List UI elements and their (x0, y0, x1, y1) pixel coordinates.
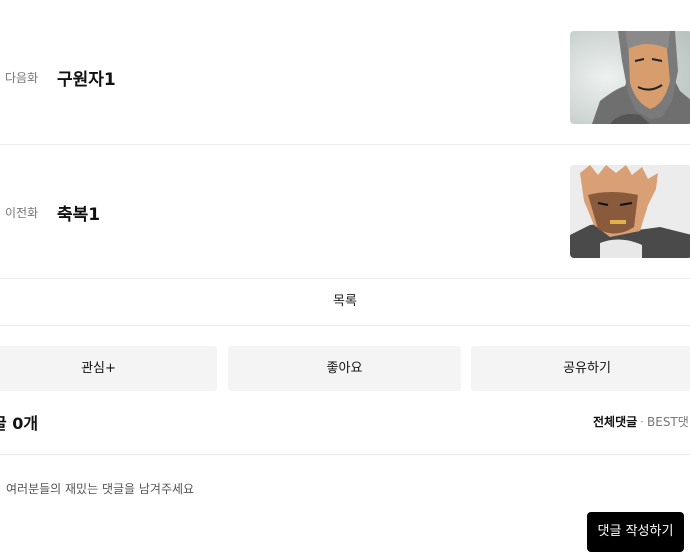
comment-sort-tabs: 전체댓글 · BEST댓 (593, 413, 689, 430)
next-episode-tag: 다음화 (5, 71, 39, 85)
previous-episode-title: 축복1 (57, 205, 101, 225)
share-button[interactable]: 공유하기 (471, 346, 690, 391)
submit-comment-button[interactable]: 댓글 작성하기 (587, 512, 684, 552)
sort-all-comments-tab[interactable]: 전체댓글 (593, 415, 637, 429)
comment-count: 글 0개 (0, 414, 39, 433)
previous-episode-thumbnail[interactable] (570, 165, 690, 258)
next-episode-thumbnail[interactable] (570, 31, 690, 124)
comment-divider (0, 454, 690, 455)
sort-best-comments-tab[interactable]: BEST댓 (647, 415, 689, 429)
episode-list-button[interactable]: 목록 (0, 279, 690, 326)
comment-input[interactable] (0, 477, 566, 501)
interest-button[interactable]: 관심+ (0, 346, 217, 391)
like-button[interactable]: 좋아요 (228, 346, 461, 391)
next-episode-row[interactable]: 다음화 구원자1 (0, 10, 690, 145)
next-episode-title: 구원자1 (57, 70, 116, 90)
sort-separator: · (640, 415, 644, 429)
previous-episode-row[interactable]: 이전화 축복1 (0, 145, 690, 279)
comment-header: 글 0개 전체댓글·BEST댓 (0, 410, 690, 434)
previous-episode-tag: 이전화 (5, 206, 39, 220)
